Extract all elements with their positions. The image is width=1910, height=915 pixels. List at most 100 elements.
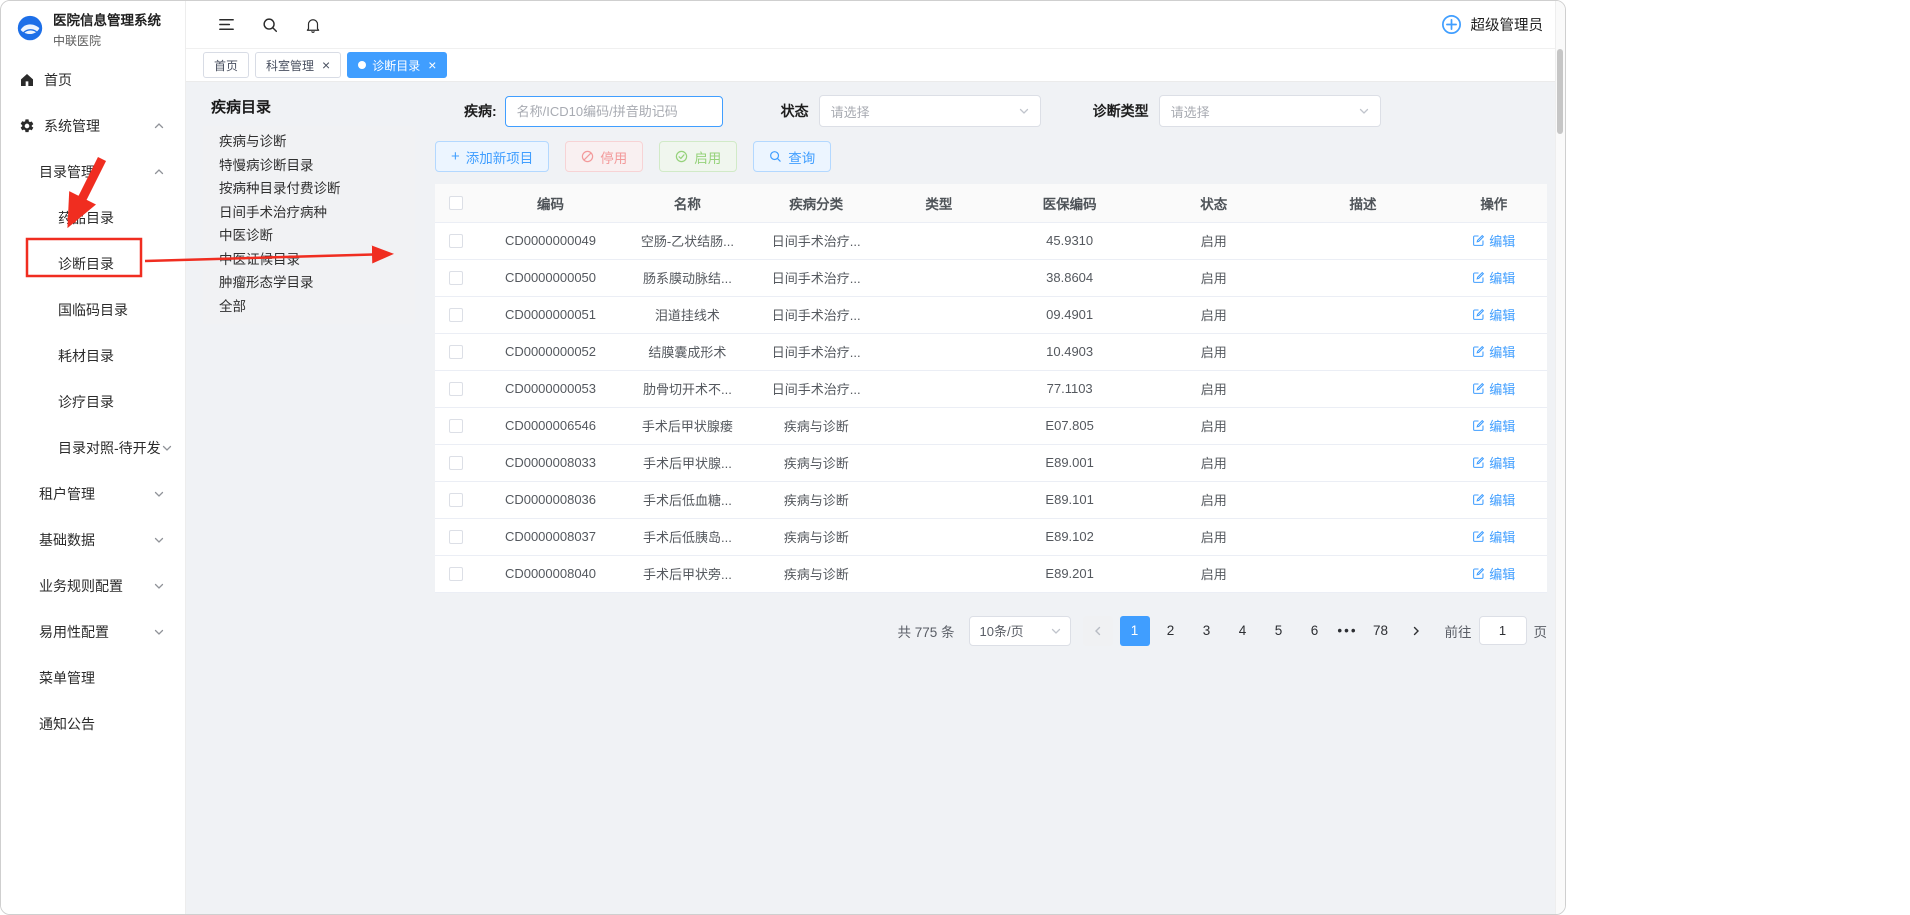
hamburger-menu-icon[interactable]: [217, 15, 236, 34]
sidebar-item-consumables-catalog[interactable]: 耗材目录: [1, 333, 185, 379]
diagnosis-table: 编码 名称 疾病分类 类型 医保编码 状态 描述 操作: [435, 184, 1547, 593]
catalog-item-day-surgery[interactable]: 日间手术治疗病种: [203, 201, 415, 225]
disable-button[interactable]: 停用: [565, 141, 643, 172]
sidebar-item-basic-data[interactable]: 基础数据: [1, 517, 185, 563]
table-row[interactable]: CD0000006546 手术后甲状腺瘘 疾病与诊断 E07.805 启用 编辑: [435, 407, 1547, 444]
prev-page-button[interactable]: [1083, 616, 1113, 646]
edit-button[interactable]: 编辑: [1472, 268, 1515, 287]
table-row[interactable]: CD0000008036 手术后低血糖... 疾病与诊断 E89.101 启用 …: [435, 481, 1547, 518]
sidebar-item-usability-config[interactable]: 易用性配置: [1, 609, 185, 655]
catalog-item-tcm-diagnosis[interactable]: 中医诊断: [203, 224, 415, 248]
row-checkbox[interactable]: [449, 567, 463, 581]
status-filter-label: 状态: [781, 101, 809, 121]
panel-title: 疾病目录: [203, 94, 415, 126]
add-item-button[interactable]: + 添加新项目: [435, 141, 549, 172]
catalog-item-disease-diagnosis[interactable]: 疾病与诊断: [203, 130, 415, 154]
close-icon[interactable]: ×: [322, 58, 330, 72]
table-row[interactable]: CD0000000049 空肠-乙状结肠... 日间手术治疗... 45.931…: [435, 222, 1547, 259]
sidebar-item-notice[interactable]: 通知公告: [1, 701, 185, 747]
tab-diagnosis-catalog[interactable]: 诊断目录 ×: [347, 52, 447, 78]
column-header-type: 类型: [881, 184, 998, 222]
edit-button[interactable]: 编辑: [1472, 527, 1515, 546]
edit-button[interactable]: 编辑: [1472, 416, 1515, 435]
chevron-up-icon: [153, 120, 165, 132]
catalog-item-all[interactable]: 全部: [203, 295, 415, 319]
page-number-1[interactable]: 1: [1120, 616, 1150, 646]
sidebar-item-menu-mgmt[interactable]: 菜单管理: [1, 655, 185, 701]
catalog-item-tcm-syndrome[interactable]: 中医证候目录: [203, 248, 415, 272]
row-checkbox[interactable]: [449, 308, 463, 322]
sidebar-item-label: 目录对照-待开发: [58, 438, 161, 458]
table-row[interactable]: CD0000008037 手术后低胰岛... 疾病与诊断 E89.102 启用 …: [435, 518, 1547, 555]
type-select-placeholder: 请选择: [1171, 102, 1210, 121]
page-number-6[interactable]: 6: [1300, 616, 1330, 646]
close-icon[interactable]: ×: [428, 58, 436, 72]
cell-description: [1285, 333, 1440, 370]
cell-name: 空肠-乙状结肠...: [623, 222, 752, 259]
edit-label: 编辑: [1489, 342, 1515, 361]
table-row[interactable]: CD0000008033 手术后甲状腺... 疾病与诊断 E89.001 启用 …: [435, 444, 1547, 481]
edit-button[interactable]: 编辑: [1472, 342, 1515, 361]
status-select[interactable]: 请选择: [819, 95, 1041, 127]
row-checkbox[interactable]: [449, 419, 463, 433]
sidebar-item-diagnosis-catalog[interactable]: 诊断目录: [1, 241, 185, 287]
diagnosis-type-select[interactable]: 请选择: [1159, 95, 1381, 127]
sidebar-item-drug-catalog[interactable]: 药品目录: [1, 195, 185, 241]
row-checkbox[interactable]: [449, 456, 463, 470]
edit-button[interactable]: 编辑: [1472, 231, 1515, 250]
table-row[interactable]: CD0000000053 肋骨切开术不... 日间手术治疗... 77.1103…: [435, 370, 1547, 407]
tab-home[interactable]: 首页: [203, 52, 249, 78]
edit-button[interactable]: 编辑: [1472, 379, 1515, 398]
page-number-4[interactable]: 4: [1228, 616, 1258, 646]
tab-department-mgmt[interactable]: 科室管理 ×: [255, 52, 341, 78]
catalog-item-special-chronic[interactable]: 特慢病诊断目录: [203, 154, 415, 178]
table-row[interactable]: CD0000008040 手术后甲状旁... 疾病与诊断 E89.201 启用 …: [435, 555, 1547, 592]
edit-button[interactable]: 编辑: [1472, 305, 1515, 324]
page-number-2[interactable]: 2: [1156, 616, 1186, 646]
more-pages-icon[interactable]: •••: [1333, 623, 1363, 638]
sidebar-item-catalog-mgmt[interactable]: 目录管理: [1, 149, 185, 195]
edit-button[interactable]: 编辑: [1472, 453, 1515, 472]
page-size-select[interactable]: 10条/页: [969, 616, 1071, 646]
page-number-5[interactable]: 5: [1264, 616, 1294, 646]
row-checkbox[interactable]: [449, 271, 463, 285]
edit-label: 编辑: [1489, 564, 1515, 583]
catalog-item-payment-by-disease[interactable]: 按病种目录付费诊断: [203, 177, 415, 201]
sidebar-item-label: 诊断目录: [58, 254, 114, 274]
row-checkbox[interactable]: [449, 493, 463, 507]
next-page-button[interactable]: [1401, 616, 1431, 646]
sidebar-item-system-mgmt[interactable]: 系统管理: [1, 103, 185, 149]
page-number-78[interactable]: 78: [1366, 616, 1396, 646]
sidebar-item-label: 药品目录: [58, 208, 114, 228]
tab-label: 首页: [214, 57, 238, 74]
enable-label: 启用: [694, 147, 721, 167]
goto-page-input[interactable]: [1479, 616, 1527, 645]
page-number-3[interactable]: 3: [1192, 616, 1222, 646]
notification-bell-icon[interactable]: [304, 16, 322, 34]
row-checkbox[interactable]: [449, 530, 463, 544]
table-row[interactable]: CD0000000050 肠系膜动脉结... 日间手术治疗... 38.8604…: [435, 259, 1547, 296]
row-checkbox[interactable]: [449, 382, 463, 396]
search-icon[interactable]: [261, 16, 279, 34]
add-item-label: 添加新项目: [466, 147, 534, 167]
catalog-item-tumor-morphology[interactable]: 肿瘤形态学目录: [203, 271, 415, 295]
query-button[interactable]: 查询: [753, 141, 831, 172]
table-row[interactable]: CD0000000051 泪道挂线术 日间手术治疗... 09.4901 启用 …: [435, 296, 1547, 333]
edit-button[interactable]: 编辑: [1472, 564, 1515, 583]
sidebar-item-treatment-catalog[interactable]: 诊疗目录: [1, 379, 185, 425]
enable-button[interactable]: 启用: [659, 141, 737, 172]
select-all-checkbox[interactable]: [449, 196, 463, 210]
scrollbar-thumb[interactable]: [1557, 49, 1563, 134]
sidebar-item-national-code-catalog[interactable]: 国临码目录: [1, 287, 185, 333]
row-checkbox[interactable]: [449, 345, 463, 359]
sidebar-item-tenant-mgmt[interactable]: 租户管理: [1, 471, 185, 517]
user-menu[interactable]: 超级管理员: [1440, 13, 1544, 36]
row-checkbox[interactable]: [449, 234, 463, 248]
disease-search-input[interactable]: [505, 96, 723, 127]
table-row[interactable]: CD0000000052 结膜囊成形术 日间手术治疗... 10.4903 启用…: [435, 333, 1547, 370]
sidebar-item-business-rules[interactable]: 业务规则配置: [1, 563, 185, 609]
edit-button[interactable]: 编辑: [1472, 490, 1515, 509]
goto-label: 前往: [1445, 621, 1472, 641]
sidebar-item-home[interactable]: 首页: [1, 57, 185, 103]
sidebar-item-catalog-mapping[interactable]: 目录对照-待开发: [1, 425, 185, 471]
